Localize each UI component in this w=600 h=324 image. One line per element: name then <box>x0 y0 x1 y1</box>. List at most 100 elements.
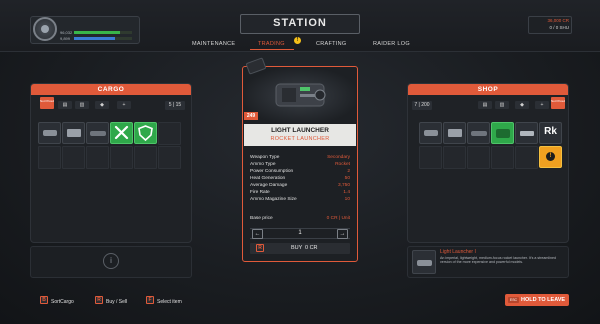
shop-item-4[interactable] <box>491 122 514 144</box>
selected-item-name: Light Launcher I <box>440 249 476 255</box>
cargo-sort-button[interactable]: ◆ <box>95 101 109 109</box>
launcher-icon <box>43 130 57 136</box>
shop-item-6[interactable]: Rk <box>539 122 562 144</box>
selected-item-desc: An imperial, lightweight, medium-focus r… <box>440 256 556 265</box>
sort-key-hint: B <box>40 296 48 304</box>
shop-filter-button[interactable]: Not Priced <box>551 97 565 109</box>
cargo-empty-slot[interactable] <box>38 146 61 169</box>
item-badge: 249 <box>244 112 258 120</box>
tab-trading[interactable]: TRADING <box>258 40 285 48</box>
page-title: STATION <box>273 17 327 29</box>
shop-item-2[interactable] <box>443 122 466 144</box>
shop-empty-slot[interactable] <box>467 146 490 169</box>
shield-icon <box>138 125 153 142</box>
shop-item-7[interactable]: ! <box>539 146 562 168</box>
tab-raider-log[interactable]: RAIDER LOG <box>373 40 410 48</box>
sort-cargo-hint: SortCargo <box>51 299 74 305</box>
stat-value: 10 <box>344 197 350 202</box>
stat-label: Average Damage <box>250 183 288 188</box>
stat-value: 50 <box>344 176 350 181</box>
cargo-item-1[interactable] <box>38 122 61 144</box>
buy-sell-hint: Buy / Sell <box>106 299 128 305</box>
shop-add-button[interactable]: + <box>535 101 549 109</box>
cargo-empty-slot[interactable] <box>158 146 181 169</box>
cargo-item-4[interactable] <box>110 122 133 144</box>
stat-row: Heat Generation 50 <box>250 176 350 182</box>
stat-value: 3,750 <box>337 183 350 188</box>
item-type: ROCKET LAUNCHER <box>270 136 330 142</box>
shop-count: 7 | 200 <box>412 101 432 110</box>
stat-row: Power Consumption 2 <box>250 169 350 175</box>
hold-to-leave-label: HOLD TO LEAVE <box>521 297 566 303</box>
buy-key-hint: R <box>256 244 264 252</box>
tab-maintenance[interactable]: MAINTENANCE <box>192 40 235 48</box>
launcher-icon <box>417 260 432 266</box>
base-price-value: 0 CR | Unit <box>326 216 350 221</box>
select-item-hint: Select item <box>157 299 182 305</box>
stat-label: Fire Rate <box>250 190 270 195</box>
green-weapon-icon <box>496 129 510 138</box>
stat-row: Fire Rate 1.4 <box>250 190 350 196</box>
info-icon: i <box>103 253 119 269</box>
shop-grid-view-button[interactable]: ▥ <box>495 101 509 109</box>
cargo-item-3[interactable] <box>86 122 109 144</box>
stat-label: Ammo Magazine Size <box>250 197 297 202</box>
launcher-icon <box>424 130 438 136</box>
item-name: LIGHT LAUNCHER <box>271 127 329 134</box>
stat-label: Heat Generation <box>250 176 286 181</box>
shop-item-5[interactable] <box>515 122 538 144</box>
rocket-launcher-icon <box>275 83 326 107</box>
shop-item-3[interactable] <box>467 122 490 144</box>
stat-row: Ammo Type Rocket <box>250 162 350 168</box>
cargo-empty-slot[interactable] <box>110 146 133 169</box>
stat-row: Ammo Magazine Size 10 <box>250 197 350 203</box>
player-stat-2-value: 9,899 <box>60 36 71 41</box>
cargo-empty-slot[interactable] <box>158 122 181 145</box>
tab-crafting[interactable]: CRAFTING <box>316 40 347 48</box>
cargo-add-button[interactable]: + <box>117 101 131 109</box>
cargo-filter-button[interactable]: Not Priced <box>40 97 54 109</box>
buy-sell-key-hint: R <box>95 296 103 304</box>
stat-label: Ammo Type <box>250 162 276 167</box>
cargo-list-view-button[interactable]: ▤ <box>58 101 72 109</box>
player-stat-1: 96,032 <box>60 30 138 35</box>
stat-value: Secondary <box>327 155 350 160</box>
shop-list-view-button[interactable]: ▤ <box>478 101 492 109</box>
stat-value: Rocket <box>335 162 350 167</box>
player-emblem-icon <box>33 17 57 41</box>
player-stat-1-value: 96,032 <box>60 30 73 35</box>
decrease-quantity-button[interactable]: ← <box>252 229 263 239</box>
buy-price: 0 CR <box>305 245 318 251</box>
cargo-grid-view-button[interactable]: ▥ <box>75 101 89 109</box>
stat-row: Average Damage 3,750 <box>250 183 350 189</box>
stat-value: 2 <box>347 169 350 174</box>
gun-icon <box>520 131 534 136</box>
selected-item-thumb <box>412 250 436 274</box>
shop-empty-slot[interactable] <box>491 146 514 169</box>
shop-empty-slot[interactable] <box>419 146 442 169</box>
shop-sort-button[interactable]: ◆ <box>515 101 529 109</box>
cargo-empty-slot[interactable] <box>86 146 109 169</box>
turret-icon <box>448 129 462 137</box>
cargo-item-2[interactable] <box>62 122 85 144</box>
shop-empty-slot[interactable] <box>515 146 538 169</box>
cargo-empty-slot[interactable] <box>62 146 85 169</box>
credits-value: 36,000 CR <box>547 18 569 23</box>
cargo-empty-slot[interactable] <box>134 146 157 169</box>
shop-empty-slot[interactable] <box>443 146 466 169</box>
cargo-item-5[interactable] <box>134 122 157 144</box>
cannon-icon <box>471 131 487 136</box>
cargo-title: CARGO <box>31 84 191 95</box>
buy-label: BUY <box>291 245 303 251</box>
quantity-value: 1 <box>298 230 302 236</box>
stat-label: Weapon Type <box>250 155 280 160</box>
cargo-count: 5 | 15 <box>165 101 185 110</box>
base-price-label: Base price <box>250 216 273 221</box>
player-stat-2: 9,899 <box>60 36 138 41</box>
shop-item-1[interactable] <box>419 122 442 144</box>
shu-value: 0 / 0 SHU <box>549 25 569 30</box>
tools-icon <box>114 125 129 140</box>
cannon-icon <box>90 131 106 136</box>
trading-alert-icon: ! <box>294 37 301 44</box>
increase-quantity-button[interactable]: → <box>337 229 348 239</box>
